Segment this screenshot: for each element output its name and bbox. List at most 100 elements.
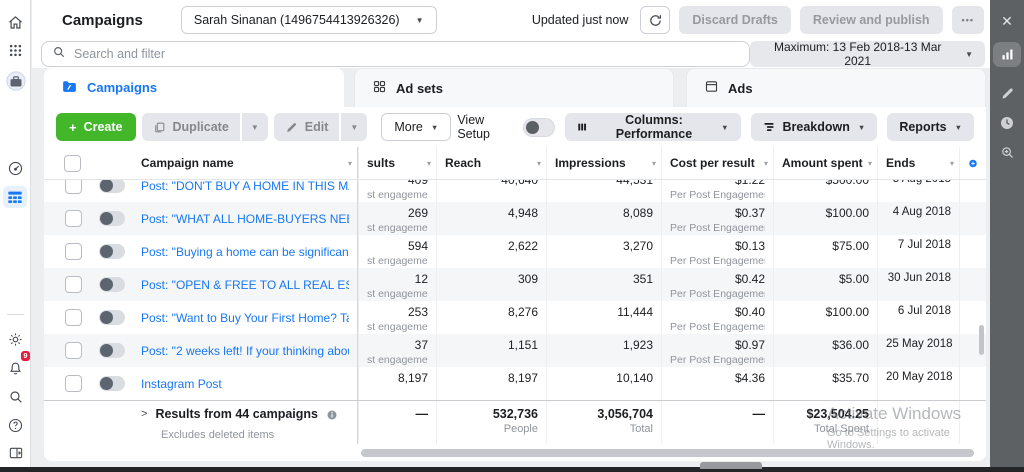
more-options-button[interactable]: ••• [952, 6, 984, 34]
ad-account-avatar[interactable] [0, 68, 31, 94]
tab-ad-sets[interactable]: Ad sets [354, 68, 674, 107]
column-header-amount-spent[interactable]: Amount spent▾ [773, 147, 877, 179]
campaign-active-toggle[interactable] [99, 376, 125, 391]
impressions-value: 44,531 [555, 180, 653, 187]
notifications-bell-icon[interactable]: 9 [0, 355, 31, 381]
create-button[interactable]: + Create [56, 113, 136, 141]
select-all-checkbox[interactable] [64, 155, 81, 172]
row-checkbox[interactable] [65, 180, 82, 194]
campaign-name-link[interactable]: Post: "WHAT ALL HOME-BUYERS NEED TO K... [141, 212, 349, 226]
account-overview-gauge-icon[interactable] [0, 155, 31, 181]
horizontal-scrollbar[interactable] [44, 444, 986, 461]
amount-spent-value: $100.00 [782, 206, 869, 220]
row-checkbox[interactable] [65, 210, 82, 227]
date-range-selector[interactable]: Maximum: 13 Feb 2018-13 Mar 2021 ▼ [750, 41, 985, 67]
breakdown-button[interactable]: Breakdown ▼ [751, 113, 878, 141]
help-icon[interactable] [0, 412, 31, 438]
row-checkbox[interactable] [65, 309, 82, 326]
row-checkbox[interactable] [65, 342, 82, 359]
horizontal-scrollbar-thumb[interactable] [361, 449, 974, 457]
close-icon[interactable]: ✕ [990, 8, 1024, 34]
table-row: Post: "2 weeks left! If your thinking ab… [44, 334, 986, 367]
collapse-panel-icon[interactable] [0, 440, 31, 466]
info-icon[interactable] [326, 408, 338, 426]
impressions-value: 10,140 [555, 371, 653, 385]
account-selector[interactable]: Sarah Sinanan (1496754413926326) ▼ [181, 6, 437, 34]
cost-value: $0.13 [670, 239, 765, 253]
tab-campaigns[interactable]: Campaigns [44, 68, 344, 107]
table-header: Campaign name▾ sults▾ Reach▾ Impressions… [44, 147, 986, 180]
edit-dropdown-caret[interactable]: ▼ [341, 113, 367, 141]
settings-gear-icon[interactable] [0, 326, 31, 352]
edit-button[interactable]: Edit [274, 113, 340, 141]
sort-caret-icon: ▾ [348, 159, 352, 168]
column-header-cost-per-result[interactable]: Cost per result▾ [661, 147, 773, 179]
reach-value: 8,197 [445, 371, 538, 385]
table-body: Post: "DON'T BUY A HOME IN THIS MARKET, … [44, 180, 986, 400]
duplicate-button[interactable]: Duplicate [142, 113, 240, 141]
row-checkbox[interactable] [65, 276, 82, 293]
results-value: 269 [367, 206, 428, 220]
search-filter-box[interactable] [41, 41, 750, 67]
column-header-results[interactable]: sults▾ [358, 147, 436, 179]
summary-results: — [367, 407, 428, 421]
notification-badge: 9 [21, 351, 30, 361]
campaign-active-toggle[interactable] [99, 343, 125, 358]
performance-chart-icon[interactable] [993, 42, 1021, 67]
add-column-button[interactable] [959, 147, 986, 179]
toggle-column-header [91, 147, 133, 179]
expand-chevron-icon[interactable]: > [141, 408, 147, 420]
campaign-name-link[interactable]: Post: "2 weeks left! If your thinking ab… [141, 344, 349, 358]
sidebar-divider [7, 314, 24, 315]
chevron-down-icon: ▼ [965, 50, 973, 59]
page-title: Campaigns [62, 12, 143, 29]
edit-pencil-icon[interactable] [990, 80, 1024, 106]
home-icon[interactable] [0, 9, 31, 35]
summary-cost: — [670, 407, 765, 421]
row-checkbox[interactable] [65, 243, 82, 260]
history-clock-icon[interactable] [990, 110, 1024, 136]
reports-button[interactable]: Reports ▼ [887, 113, 974, 141]
reach-value: 4,948 [445, 206, 538, 220]
campaign-active-toggle[interactable] [99, 277, 125, 292]
campaign-name-link[interactable]: Post: "Buying a home can be significantl… [141, 245, 349, 259]
row-checkbox[interactable] [65, 375, 82, 392]
column-header-campaign-name[interactable]: Campaign name▾ [133, 147, 358, 179]
reach-value: 8,276 [445, 305, 538, 319]
search-rail-icon[interactable] [0, 384, 31, 410]
table-row: Post: "Want to Buy Your First Home? Take… [44, 301, 986, 334]
chevron-down-icon: ▼ [431, 123, 438, 132]
review-publish-button[interactable]: Review and publish [800, 6, 943, 34]
column-header-reach[interactable]: Reach▾ [436, 147, 546, 179]
campaign-active-toggle[interactable] [99, 211, 125, 226]
column-header-impressions[interactable]: Impressions▾ [546, 147, 661, 179]
impressions-value: 3,270 [555, 239, 653, 253]
window-bottom-edge [0, 467, 1024, 472]
campaign-active-toggle[interactable] [99, 180, 125, 193]
search-input[interactable] [74, 47, 739, 61]
campaign-name-link[interactable]: Post: "Want to Buy Your First Home? Take… [141, 311, 349, 325]
apps-grid-icon[interactable] [0, 37, 31, 63]
campaign-active-toggle[interactable] [99, 310, 125, 325]
columns-button[interactable]: Columns: Performance ▼ [565, 113, 741, 141]
tab-ads[interactable]: Ads [686, 68, 986, 107]
campaign-name-link[interactable]: Instagram Post [141, 377, 222, 391]
amount-spent-value: $75.00 [782, 239, 869, 253]
amount-spent-value: $5.00 [782, 272, 869, 286]
column-header-ends[interactable]: Ends▾ [877, 147, 959, 179]
summary-title: Results from 44 campaigns [155, 407, 318, 421]
discard-drafts-button[interactable]: Discard Drafts [679, 6, 790, 34]
view-setup-toggle[interactable] [523, 118, 555, 137]
duplicate-dropdown-caret[interactable]: ▼ [242, 113, 268, 141]
table-row: Post: "DON'T BUY A HOME IN THIS MARKET, … [44, 180, 986, 202]
campaigns-table-icon[interactable] [3, 186, 27, 208]
refresh-button[interactable] [640, 6, 670, 34]
vertical-scrollbar-thumb[interactable] [979, 325, 984, 355]
more-button[interactable]: More ▼ [381, 113, 451, 141]
amount-spent-value: $500.00 [782, 180, 869, 187]
impressions-value: 1,923 [555, 338, 653, 352]
campaign-active-toggle[interactable] [99, 244, 125, 259]
campaign-name-link[interactable]: Post: "DON'T BUY A HOME IN THIS MARKET, … [141, 180, 349, 193]
search-zoom-icon[interactable] [990, 139, 1024, 165]
campaign-name-link[interactable]: Post: "OPEN & FREE TO ALL REAL ESTATE A.… [141, 278, 349, 292]
